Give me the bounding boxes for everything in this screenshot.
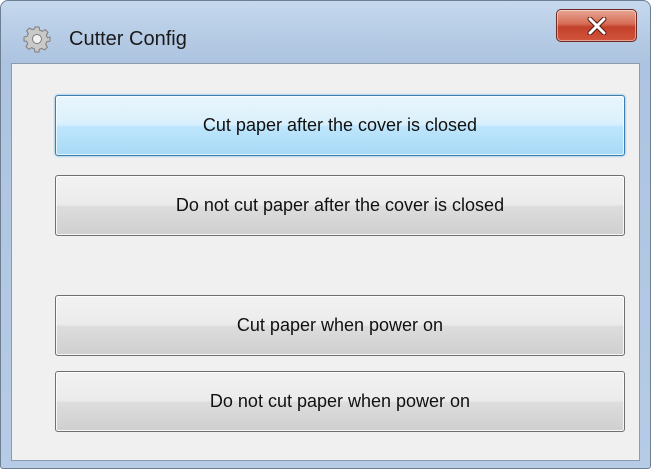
close-icon <box>587 16 607 35</box>
button-label: Cut paper after the cover is closed <box>202 115 478 135</box>
close-button[interactable] <box>556 9 637 42</box>
do-not-cut-paper-after-cover-closed-button[interactable]: Do not cut paper after the cover is clos… <box>55 175 625 236</box>
cut-paper-after-cover-closed-button[interactable]: Cut paper after the cover is closed <box>55 95 625 156</box>
do-not-cut-paper-when-power-on-button[interactable]: Do not cut paper when power on <box>55 371 625 432</box>
cut-paper-when-power-on-button[interactable]: Cut paper when power on <box>55 295 625 356</box>
gear-icon <box>23 25 51 53</box>
title-bar[interactable]: Cutter Config <box>1 1 650 61</box>
cutter-config-window: Cutter Config Cut paper after the cover … <box>0 0 651 469</box>
window-title: Cutter Config <box>69 28 187 50</box>
button-label: Do not cut paper when power on <box>209 391 471 411</box>
button-label: Do not cut paper after the cover is clos… <box>175 195 505 215</box>
dialog-client-area: Cut paper after the cover is closed Do n… <box>11 63 640 461</box>
button-label: Cut paper when power on <box>236 315 444 335</box>
